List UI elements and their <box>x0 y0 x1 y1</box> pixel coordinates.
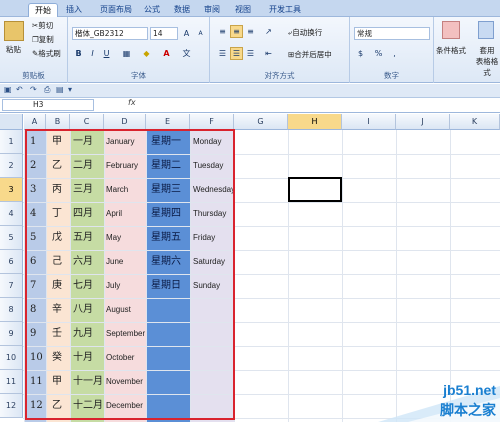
underline-button[interactable]: U <box>100 47 113 60</box>
tab-formulas[interactable]: 公式 <box>138 3 166 17</box>
merge-center-button[interactable]: ⊞合并后居中 <box>288 49 332 60</box>
ribbon-tabs: 开始 插入 页面布局 公式 数据 审阅 视图 开发工具 <box>0 0 500 17</box>
currency-button[interactable]: $ <box>354 47 367 60</box>
font-color-button[interactable]: A <box>160 47 173 60</box>
align-right-icon[interactable]: ☰ <box>244 47 257 60</box>
watermark: jb51.net 脚本之家 <box>378 378 500 422</box>
alignment-group: ≡ ≡ ≡ ↗ ☰ ☰ ☰ ⇤ ⤶自动换行 ⊞合并后居中 对齐方式 <box>210 17 350 83</box>
indent-icon[interactable]: ⇤ <box>262 47 275 60</box>
phonetic-icon[interactable]: 文 <box>180 47 193 60</box>
font-size-select[interactable]: 14 <box>150 27 178 40</box>
row-header-7[interactable]: 7 <box>0 274 23 298</box>
column-header-d[interactable]: D <box>104 114 146 130</box>
italic-button[interactable]: I <box>86 47 99 60</box>
shrink-font-button[interactable]: A <box>194 27 207 40</box>
row-header-2[interactable]: 2 <box>0 154 23 178</box>
redo-icon[interactable]: ↷ <box>30 85 37 94</box>
column-header-i[interactable]: I <box>342 114 396 130</box>
formula-bar: H3 fx <box>0 98 500 113</box>
conditional-format-icon[interactable] <box>442 21 460 39</box>
tab-view[interactable]: 视图 <box>229 3 257 17</box>
row-header-5[interactable]: 5 <box>0 226 23 250</box>
tab-developer[interactable]: 开发工具 <box>263 3 307 17</box>
column-header-c[interactable]: C <box>70 114 104 130</box>
bold-button[interactable]: B <box>72 47 85 60</box>
select-all[interactable] <box>0 114 23 130</box>
grow-font-button[interactable]: A <box>180 27 193 40</box>
align-center-icon[interactable]: ☰ <box>230 47 243 60</box>
fill-color-icon[interactable]: ◆ <box>140 47 153 60</box>
row-header-11[interactable]: 11 <box>0 370 23 394</box>
conditional-format-button[interactable]: 条件格式 <box>436 45 466 56</box>
selected-cell-h3[interactable] <box>288 177 342 202</box>
tab-data[interactable]: 数据 <box>168 3 196 17</box>
tab-review[interactable]: 审阅 <box>198 3 226 17</box>
name-box[interactable]: H3 <box>2 99 94 111</box>
number-format-select[interactable]: 常规 <box>354 27 430 40</box>
paste-icon[interactable] <box>4 21 24 41</box>
row-header-12[interactable]: 12 <box>0 394 23 418</box>
tab-home[interactable]: 开始 <box>28 3 58 17</box>
grid-line <box>288 130 289 422</box>
number-label: 数字 <box>384 71 399 80</box>
align-top-icon[interactable]: ≡ <box>216 25 229 38</box>
wrap-text-button[interactable]: ⤶自动换行 <box>288 27 322 38</box>
align-left-icon[interactable]: ☰ <box>216 47 229 60</box>
align-bottom-icon[interactable]: ≡ <box>244 25 257 38</box>
font-group: 楷体_GB2312 14 A A B I U ▦ ◆ A 文 字体 <box>68 17 210 83</box>
column-header-j[interactable]: J <box>396 114 450 130</box>
column-header-f[interactable]: F <box>190 114 234 130</box>
row-header-6[interactable]: 6 <box>0 250 23 274</box>
clipboard-label: 剪贴板 <box>22 71 45 80</box>
orientation-icon[interactable]: ↗ <box>262 25 275 38</box>
preview-icon[interactable]: ▤ <box>56 85 64 94</box>
number-group: 常规 $ % , 数字 <box>350 17 434 83</box>
cut-button[interactable]: ✂剪切 <box>32 20 53 31</box>
customize-icon[interactable]: ▾ <box>68 85 72 94</box>
row-header-4[interactable]: 4 <box>0 202 23 226</box>
column-header-b[interactable]: B <box>46 114 70 130</box>
font-name-select[interactable]: 楷体_GB2312 <box>72 27 148 40</box>
alignment-label: 对齐方式 <box>264 71 295 80</box>
copy-button[interactable]: ❐复制 <box>32 34 54 45</box>
paste-button[interactable]: 粘贴 <box>6 44 21 55</box>
comma-button[interactable]: , <box>388 47 401 60</box>
row-header-1[interactable]: 1 <box>0 130 23 154</box>
fx-icon[interactable]: fx <box>128 98 136 107</box>
watermark-name: 脚本之家 <box>440 403 496 419</box>
table-format-button[interactable]: 套用 表格格式 <box>474 45 500 78</box>
tab-insert[interactable]: 插入 <box>60 3 88 17</box>
undo-icon[interactable]: ↶ <box>16 85 23 94</box>
column-header-a[interactable]: A <box>24 114 46 130</box>
clipboard-group: 粘贴 ✂剪切 ❐复制 ✎格式刷 剪贴板 <box>0 17 68 83</box>
save-icon[interactable]: ▣ <box>4 85 12 94</box>
watermark-site: jb51.net <box>443 382 496 398</box>
row-header-9[interactable]: 9 <box>0 322 23 346</box>
row-header-8[interactable]: 8 <box>0 298 23 322</box>
align-middle-icon[interactable]: ≡ <box>230 25 243 38</box>
ribbon: 粘贴 ✂剪切 ❐复制 ✎格式刷 剪贴板 楷体_GB2312 14 A A B I… <box>0 17 500 83</box>
styles-group: 条件格式 套用 表格格式 <box>434 17 500 83</box>
table-format-icon[interactable] <box>478 21 494 39</box>
column-header-h[interactable]: H <box>288 114 342 130</box>
format-painter-button[interactable]: ✎格式刷 <box>32 48 61 59</box>
border-icon[interactable]: ▦ <box>120 47 133 60</box>
column-header-e[interactable]: E <box>146 114 190 130</box>
font-label: 字体 <box>131 71 146 80</box>
column-header-k[interactable]: K <box>450 114 500 130</box>
red-highlight-box <box>25 129 235 420</box>
tab-page-layout[interactable]: 页面布局 <box>94 3 138 17</box>
copy-icon: ❐ <box>32 35 39 44</box>
column-header-g[interactable]: G <box>234 114 288 130</box>
print-icon[interactable]: ⎙ <box>44 85 50 95</box>
grid-line <box>342 130 343 422</box>
quick-access-toolbar: ▣ ↶ ↷ ⎙ ▤ ▾ <box>0 84 500 98</box>
row-header-3[interactable]: 3 <box>0 178 23 202</box>
percent-button[interactable]: % <box>372 47 385 60</box>
row-header-10[interactable]: 10 <box>0 346 23 370</box>
